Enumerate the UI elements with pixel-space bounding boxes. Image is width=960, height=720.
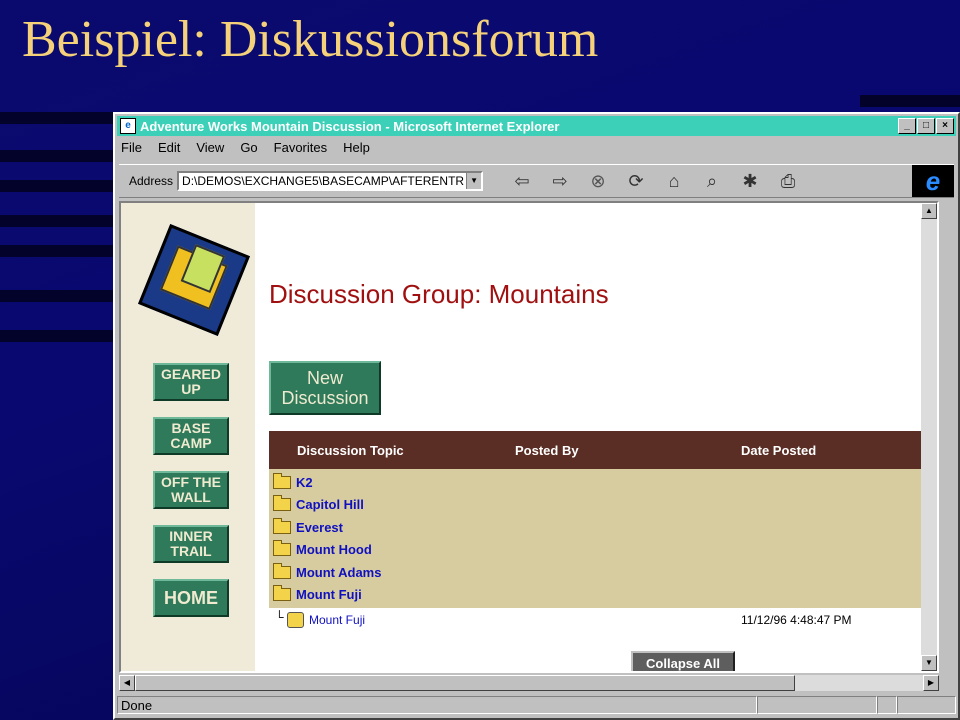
bg-stripe <box>0 330 113 342</box>
folder-row[interactable]: Mount Fuji <box>269 584 937 607</box>
menu-help[interactable]: Help <box>341 140 372 160</box>
address-dropdown-icon[interactable]: ▼ <box>466 173 482 189</box>
nav-base-camp[interactable]: BASE CAMP <box>153 417 229 455</box>
nav-home[interactable]: HOME <box>153 579 229 617</box>
folder-row[interactable]: Mount Hood <box>269 539 937 562</box>
status-text: Done <box>117 696 757 714</box>
favorites-icon[interactable]: ✱ <box>735 168 765 194</box>
menu-go[interactable]: Go <box>238 140 259 160</box>
search-icon[interactable]: ⌕ <box>697 168 727 194</box>
message-date: 11/12/96 4:48:47 PM <box>741 613 852 627</box>
scroll-up-icon[interactable]: ▲ <box>921 203 937 219</box>
menu-file[interactable]: File <box>119 140 144 160</box>
menu-view[interactable]: View <box>194 140 226 160</box>
bg-stripe <box>0 245 113 257</box>
title-bar: e Adventure Works Mountain Discussion - … <box>117 116 956 136</box>
bg-stripe <box>860 95 960 107</box>
nav-off-the-wall[interactable]: OFF THE WALL <box>153 471 229 509</box>
message-link[interactable]: Mount Fuji <box>309 613 365 627</box>
folder-icon <box>273 540 291 557</box>
address-value: D:\DEMOS\EXCHANGE5\BASECAMP\AFTERENTR <box>182 174 465 188</box>
status-pane <box>757 696 877 714</box>
folder-row[interactable]: Everest <box>269 516 937 539</box>
address-input[interactable]: D:\DEMOS\EXCHANGE5\BASECAMP\AFTERENTR ▼ <box>177 171 484 191</box>
folder-row[interactable]: Mount Adams <box>269 561 937 584</box>
slide-title: Beispiel: Diskussionsforum <box>22 11 599 68</box>
folder-row[interactable]: K2 <box>269 471 937 494</box>
ie-window-icon: e <box>120 118 136 134</box>
bg-stripe <box>0 215 113 227</box>
collapse-all-button[interactable]: Collapse All <box>631 651 735 671</box>
bg-stripe <box>0 180 113 192</box>
new-discussion-button[interactable]: New Discussion <box>269 361 381 415</box>
browser-window: e Adventure Works Mountain Discussion - … <box>113 112 960 720</box>
back-arrow-icon[interactable]: ⇦ <box>507 168 537 194</box>
minimize-button[interactable]: _ <box>898 118 916 134</box>
main-content: Discussion Group: Mountains New Discussi… <box>255 203 937 671</box>
home-icon[interactable]: ⌂ <box>659 168 689 194</box>
folder-icon <box>273 517 291 534</box>
col-topic: Discussion Topic <box>297 443 404 458</box>
vertical-scrollbar[interactable]: ▲ ▼ <box>921 203 937 671</box>
col-date: Date Posted <box>741 443 817 458</box>
nav-inner-trail[interactable]: INNER TRAIL <box>153 525 229 563</box>
status-pane <box>897 696 956 714</box>
scroll-left-icon[interactable]: ◀ <box>119 675 135 691</box>
table-header: Discussion Topic Posted By Date Posted C… <box>269 431 937 469</box>
folder-icon <box>273 585 291 602</box>
print-icon[interactable]: ⎙ <box>773 168 803 194</box>
message-icon <box>287 612 304 628</box>
bg-stripe <box>0 150 113 162</box>
address-label: Address <box>129 174 174 188</box>
close-button[interactable]: × <box>936 118 954 134</box>
window-title: Adventure Works Mountain Discussion - Mi… <box>140 118 560 134</box>
scroll-right-icon[interactable]: ▶ <box>923 675 939 691</box>
forward-arrow-icon[interactable]: ⇨ <box>545 168 575 194</box>
discussion-table: Discussion Topic Posted By Date Posted C… <box>269 431 937 634</box>
menu-favorites[interactable]: Favorites <box>272 140 329 160</box>
folder-icon <box>273 472 291 489</box>
toolbar: Address D:\DEMOS\EXCHANGE5\BASECAMP\AFTE… <box>119 164 954 198</box>
bg-stripe <box>0 290 113 302</box>
stop-icon[interactable]: ⊗ <box>583 168 613 194</box>
tree-branch-icon: └ <box>275 610 284 624</box>
horizontal-scrollbar[interactable]: ◀ ▶ <box>119 675 939 691</box>
site-logo-icon <box>138 224 250 336</box>
message-row: └ Mount Fuji 11/12/96 4:48:47 PM 3 <box>269 608 937 634</box>
nav-geared-up[interactable]: GEARED UP <box>153 363 229 401</box>
scroll-down-icon[interactable]: ▼ <box>921 655 937 671</box>
maximize-button[interactable]: □ <box>917 118 935 134</box>
folder-icon <box>273 495 291 512</box>
menu-edit[interactable]: Edit <box>156 140 182 160</box>
bg-stripe <box>0 112 113 124</box>
ie-logo-icon: e <box>912 165 954 197</box>
left-nav: GEARED UP BASE CAMP OFF THE WALL INNER T… <box>121 203 255 671</box>
status-bar: Done <box>117 696 956 716</box>
refresh-icon[interactable]: ⟳ <box>621 168 651 194</box>
page-viewport: GEARED UP BASE CAMP OFF THE WALL INNER T… <box>119 201 939 673</box>
folder-list: K2 Capitol Hill Everest Mount Hood Mount… <box>269 469 937 608</box>
folder-row[interactable]: Capitol Hill <box>269 494 937 517</box>
horizontal-scroll-thumb[interactable] <box>135 675 795 691</box>
menu-bar: File Edit View Go Favorites Help <box>119 140 372 160</box>
zone-icon <box>877 696 897 714</box>
col-posted-by: Posted By <box>515 443 579 458</box>
folder-icon <box>273 562 291 579</box>
page-title: Discussion Group: Mountains <box>269 279 609 309</box>
